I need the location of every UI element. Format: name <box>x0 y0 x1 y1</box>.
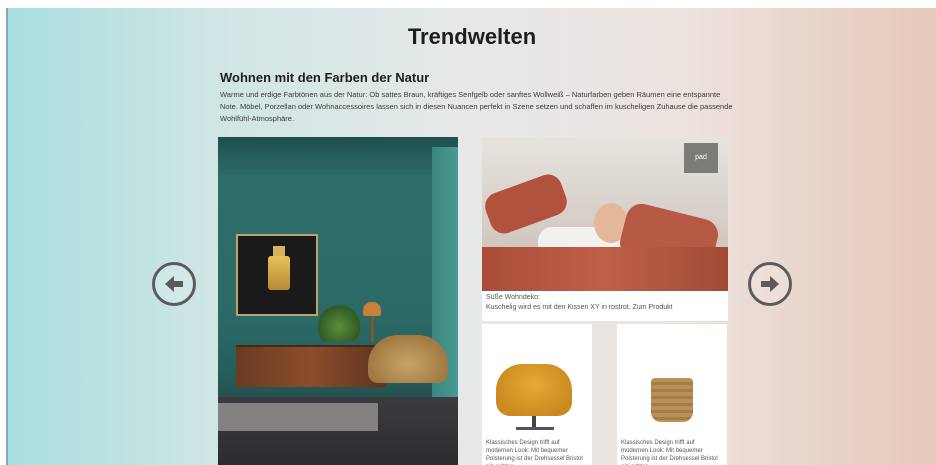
product-card-chair[interactable]: Klassisches Design trifft auf modernen L… <box>482 324 592 465</box>
plant <box>318 305 360 341</box>
pillow-photo: pad <box>482 137 728 291</box>
living-room-image[interactable] <box>218 137 458 465</box>
lamp <box>363 302 381 316</box>
rug <box>218 403 378 431</box>
room-ceiling <box>218 137 458 175</box>
carousel-next-button[interactable] <box>748 262 792 306</box>
trend-banner: Trendwelten Wohnen mit den Farben der Na… <box>6 8 936 465</box>
arrow-left-circle-icon <box>165 276 183 292</box>
bottle-cap <box>273 246 285 256</box>
pot-image <box>651 378 693 422</box>
lamp-stem <box>371 316 374 342</box>
chair-caption: Klassisches Design trifft auf modernen L… <box>486 440 583 465</box>
carousel-prev-button[interactable] <box>152 262 196 306</box>
bottle <box>268 256 290 290</box>
section-description: Warme und erdige Farbtönen aus der Natur… <box>220 90 733 123</box>
product-caption-title: Süße Wohndeko: <box>486 294 540 301</box>
product-card-pillow[interactable]: pad Süße Wohndeko: Kuschelig wird es mit… <box>482 137 728 321</box>
arrow-right-circle-icon <box>761 276 779 292</box>
product-card-pot[interactable]: Klassisches Design trifft auf modernen L… <box>617 324 727 465</box>
section-subtitle: Wohnen mit den Farben der Natur <box>220 70 430 85</box>
perfume-poster <box>236 234 318 316</box>
product-caption-text[interactable]: Kuschelig wird es mit den Kissen XY in r… <box>486 304 673 311</box>
sideboard <box>236 345 386 387</box>
page-title: Trendwelten <box>407 24 537 49</box>
pot-caption: Klassisches Design trifft auf modernen L… <box>621 440 718 465</box>
armchair <box>368 335 448 383</box>
blanket <box>482 247 728 291</box>
chair-foot <box>516 427 554 430</box>
brand-logo: pad <box>684 143 718 173</box>
chair-image <box>496 364 572 416</box>
